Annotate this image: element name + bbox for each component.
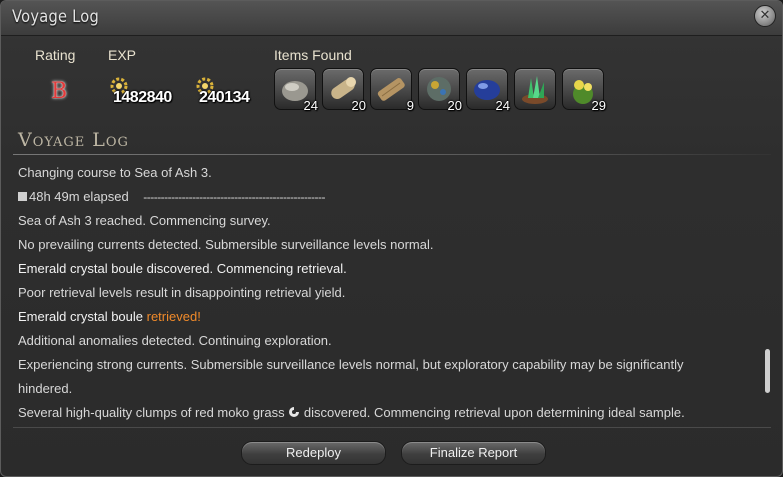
log-entry: Poor retrieval levels result in disappoi… xyxy=(18,285,346,300)
item-slot[interactable]: 29 xyxy=(562,68,606,113)
voyage-log-window: Voyage Log ✕ Rating B EXP 1482840 240134… xyxy=(0,0,783,477)
rating-value: B xyxy=(51,79,68,104)
title-bar[interactable]: Voyage Log ✕ xyxy=(1,1,782,36)
item-slot[interactable]: 24 xyxy=(274,68,318,113)
item-slot[interactable]: 9 xyxy=(370,68,414,113)
exp-value: 1482840 xyxy=(113,89,172,106)
window-title: Voyage Log xyxy=(12,7,100,27)
high-quality-icon xyxy=(289,407,300,417)
item-slot[interactable]: 24 xyxy=(466,68,510,113)
log-entry: Additional anomalies detected. Continuin… xyxy=(18,333,332,348)
item-count: 24 xyxy=(303,98,318,113)
elapsed-dashes: ----------------------------------------… xyxy=(143,190,325,204)
divider xyxy=(13,154,771,155)
log-entry: Several high-quality clumps of red moko … xyxy=(18,405,685,420)
log-entry: hindered. xyxy=(18,381,73,396)
elapsed-time: 48h 49m elapsed xyxy=(29,189,129,204)
log-entry: Experiencing strong currents. Submersibl… xyxy=(18,357,684,372)
log-item-name: Several high-quality clumps of red moko … xyxy=(18,405,285,420)
exp-value: 240134 xyxy=(199,89,250,106)
item-slot[interactable]: 20 xyxy=(322,68,366,113)
green-crystal-item-icon xyxy=(522,76,548,104)
exp-label: EXP xyxy=(108,47,137,63)
log-scrollbar-thumb[interactable] xyxy=(765,349,770,393)
lumber-item-icon xyxy=(377,78,405,101)
finalize-report-button[interactable]: Finalize Report xyxy=(401,441,546,465)
log-entry-elapsed: 48h 49m elapsed ------------------------… xyxy=(18,189,325,204)
item-count: 20 xyxy=(447,98,462,113)
item-count: 9 xyxy=(406,98,414,113)
voyage-log-heading: Voyage Log xyxy=(18,129,129,151)
log-text: discovered. Commencing retrieval upon de… xyxy=(303,405,685,420)
item-slot[interactable] xyxy=(514,68,556,110)
item-count: 20 xyxy=(351,98,366,113)
log-item-name: Emerald crystal boule xyxy=(18,309,143,324)
log-entry: No prevailing currents detected. Submers… xyxy=(18,237,434,252)
item-slot[interactable]: 20 xyxy=(418,68,462,113)
rating-label: Rating xyxy=(35,47,76,63)
close-icon[interactable]: ✕ xyxy=(754,5,776,27)
log-entry: Changing course to Sea of Ash 3. xyxy=(18,165,212,180)
log-highlight-retrieved: retrieved! xyxy=(146,309,201,324)
item-count: 29 xyxy=(591,98,606,113)
item-count: 24 xyxy=(495,98,510,113)
log-entry: Sea of Ash 3 reached. Commencing survey. xyxy=(18,213,271,228)
log-entry: Emerald crystal boule retrieved! xyxy=(18,309,201,324)
elapsed-marker-icon xyxy=(18,192,27,201)
divider xyxy=(13,427,771,428)
log-entry: Emerald crystal boule discovered. Commen… xyxy=(18,261,347,276)
items-found-label: Items Found xyxy=(274,47,352,63)
redeploy-button[interactable]: Redeploy xyxy=(241,441,386,465)
